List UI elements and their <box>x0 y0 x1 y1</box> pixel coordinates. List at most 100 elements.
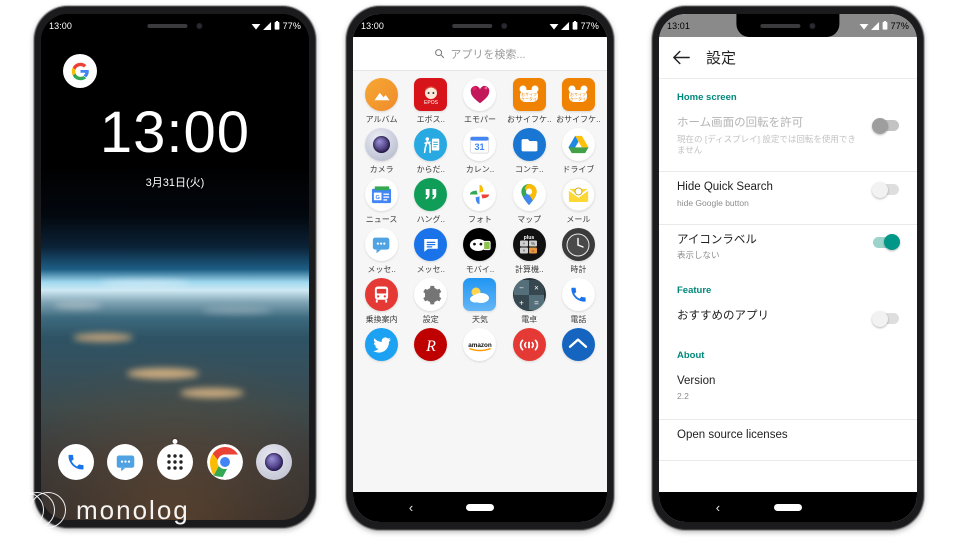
app-item[interactable]: モバイ.. <box>455 228 504 275</box>
back-button[interactable]: ‹ <box>716 500 720 515</box>
epos-icon: EPOS <box>414 78 448 111</box>
app-item[interactable]: メッセ.. <box>406 228 455 275</box>
signal-icon <box>560 21 569 30</box>
app-label: モバイ.. <box>465 265 495 274</box>
app-item[interactable]: 時計 <box>554 228 603 275</box>
settings-row-subtitle: hide Google button <box>677 197 749 208</box>
app-item[interactable]: フォト <box>455 178 504 225</box>
app-item[interactable]: おサイフ ケータイ おサイフケ.. <box>505 78 554 125</box>
signal-icon <box>870 21 879 30</box>
transit-navi-icon <box>365 278 399 311</box>
amazon-icon: amazon <box>463 328 497 361</box>
settings-row-open-source-licenses[interactable]: Open source licenses <box>659 420 917 456</box>
dock-item-chrome[interactable] <box>206 444 243 480</box>
svg-text:ケータイ: ケータイ <box>570 95 586 101</box>
status-time: 13:01 <box>667 20 691 31</box>
camera-icon <box>365 128 399 161</box>
page-title: 設定 <box>706 50 737 67</box>
svg-text:%: % <box>531 240 535 245</box>
app-item[interactable]: メッセ.. <box>357 228 406 275</box>
wifi-icon <box>859 23 869 30</box>
content-manager-icon <box>512 128 546 161</box>
app-grid: アルバム EPOS エボス.. エモパー おサイフ ケータイ おサイフケ.. お… <box>353 72 607 522</box>
app-item[interactable]: ハング.. <box>406 178 455 225</box>
app-label: メール <box>566 215 591 224</box>
app-label: ハング.. <box>416 215 446 224</box>
app-label: 電話 <box>570 315 587 324</box>
home-app-icon <box>561 328 595 361</box>
app-label: からだ.. <box>416 165 446 174</box>
phone-2-screen: 13:00 77% アプリを検索... アルバム EPOS エボス.. エモパー… <box>353 14 607 522</box>
app-item[interactable]: 天気 <box>455 278 504 325</box>
app-item[interactable]: コンテ.. <box>505 128 554 175</box>
hide-quick-search-toggle[interactable] <box>872 181 899 198</box>
app-item[interactable]: 31 カレン.. <box>455 128 504 175</box>
settings-row-text: アイコンラベル 表示しない <box>677 233 863 262</box>
phone-icon <box>68 454 84 470</box>
app-item[interactable]: おサイフ ケータイ おサイフケ.. <box>554 78 603 125</box>
app-label: おサイフケ.. <box>556 115 601 124</box>
app-item[interactable]: plus +% × = 計算機.. <box>505 228 554 275</box>
app-item[interactable]: 設定 <box>406 278 455 325</box>
app-label: カレン.. <box>465 165 495 174</box>
app-item[interactable]: EPOS エボス.. <box>406 78 455 125</box>
dock-item-phone[interactable] <box>57 444 94 480</box>
app-item[interactable]: エモパー <box>455 78 504 125</box>
osaifu-keitai-2-icon: おサイフ ケータイ <box>561 78 595 111</box>
app-item[interactable]: メール <box>554 178 603 225</box>
app-item[interactable] <box>505 328 554 361</box>
phone-lineup: 13:00 77% 13:00 3月31日(火) 13:00 77% アプリを検… <box>0 0 960 540</box>
app-item[interactable]: − × + = 電卓 <box>505 278 554 325</box>
app-item[interactable]: G ニュース <box>357 178 406 225</box>
app-label: ニュース <box>365 215 398 224</box>
rotation-toggle[interactable] <box>872 117 899 134</box>
app-item[interactable]: アルバム <box>357 78 406 125</box>
home-pill-button[interactable] <box>466 503 494 511</box>
settings-row-recommended-apps[interactable]: おすすめのアプリ <box>659 301 917 337</box>
status-icons: 77% <box>251 21 301 31</box>
lockscreen-clock: 13:00 <box>99 100 251 165</box>
signal-icon <box>262 21 271 30</box>
home-pill-button[interactable] <box>774 503 802 511</box>
svg-text:−: − <box>519 283 524 292</box>
svg-text:=: = <box>532 247 535 252</box>
clock-icon <box>561 228 595 261</box>
google-search-badge[interactable] <box>63 54 97 88</box>
settings-row-version[interactable]: Version 2.2 <box>659 366 917 415</box>
app-item[interactable]: ドライブ <box>554 128 603 175</box>
settings-row-title: ホーム画面の回転を許可 <box>677 117 804 129</box>
app-item[interactable]: R <box>406 328 455 361</box>
svg-text:×: × <box>523 247 526 252</box>
app-item[interactable]: からだ.. <box>406 128 455 175</box>
settings-row-hide-quick-search[interactable]: Hide Quick Search hide Google button <box>659 172 917 219</box>
app-search-bar[interactable]: アプリを検索... <box>353 37 607 71</box>
app-item[interactable] <box>554 328 603 361</box>
wifi-icon <box>549 23 559 30</box>
dock-item-messaging[interactable] <box>107 444 144 480</box>
front-camera <box>501 22 508 29</box>
back-arrow-icon[interactable] <box>673 50 690 65</box>
settings-row-icon-label[interactable]: アイコンラベル 表示しない <box>659 225 917 272</box>
phone-3-screen: 13:01 77% 設定 Home screen ホーム画面の回転を許可 現在の… <box>659 14 917 522</box>
camera-lens-icon <box>265 453 284 471</box>
app-item[interactable]: マップ <box>505 178 554 225</box>
svg-text:amazon: amazon <box>468 341 492 348</box>
dock-item-camera[interactable] <box>256 444 293 480</box>
icon-label-toggle[interactable] <box>873 234 900 251</box>
dock-item-app-drawer[interactable] <box>156 444 193 480</box>
app-item[interactable]: カメラ <box>357 128 406 175</box>
app-label: ドライブ <box>562 165 595 174</box>
app-item[interactable] <box>357 328 406 361</box>
recommended-apps-toggle[interactable] <box>872 310 899 327</box>
app-item[interactable]: 電話 <box>554 278 603 325</box>
app-item[interactable]: 乗換案内 <box>357 278 406 325</box>
earpiece-speaker <box>452 23 493 28</box>
app-item[interactable]: amazon <box>455 328 504 361</box>
svg-text:ケータイ: ケータイ <box>521 95 537 101</box>
mobile-suica-icon <box>463 228 497 261</box>
settings-row-rotation[interactable]: ホーム画面の回転を許可 現在の [ディスプレイ] 設定では回転を使用できません <box>659 108 917 167</box>
navigation-bar: ‹ <box>659 492 917 522</box>
navigation-bar: ‹ <box>353 492 607 522</box>
notch <box>121 14 229 37</box>
back-button[interactable]: ‹ <box>409 500 413 515</box>
